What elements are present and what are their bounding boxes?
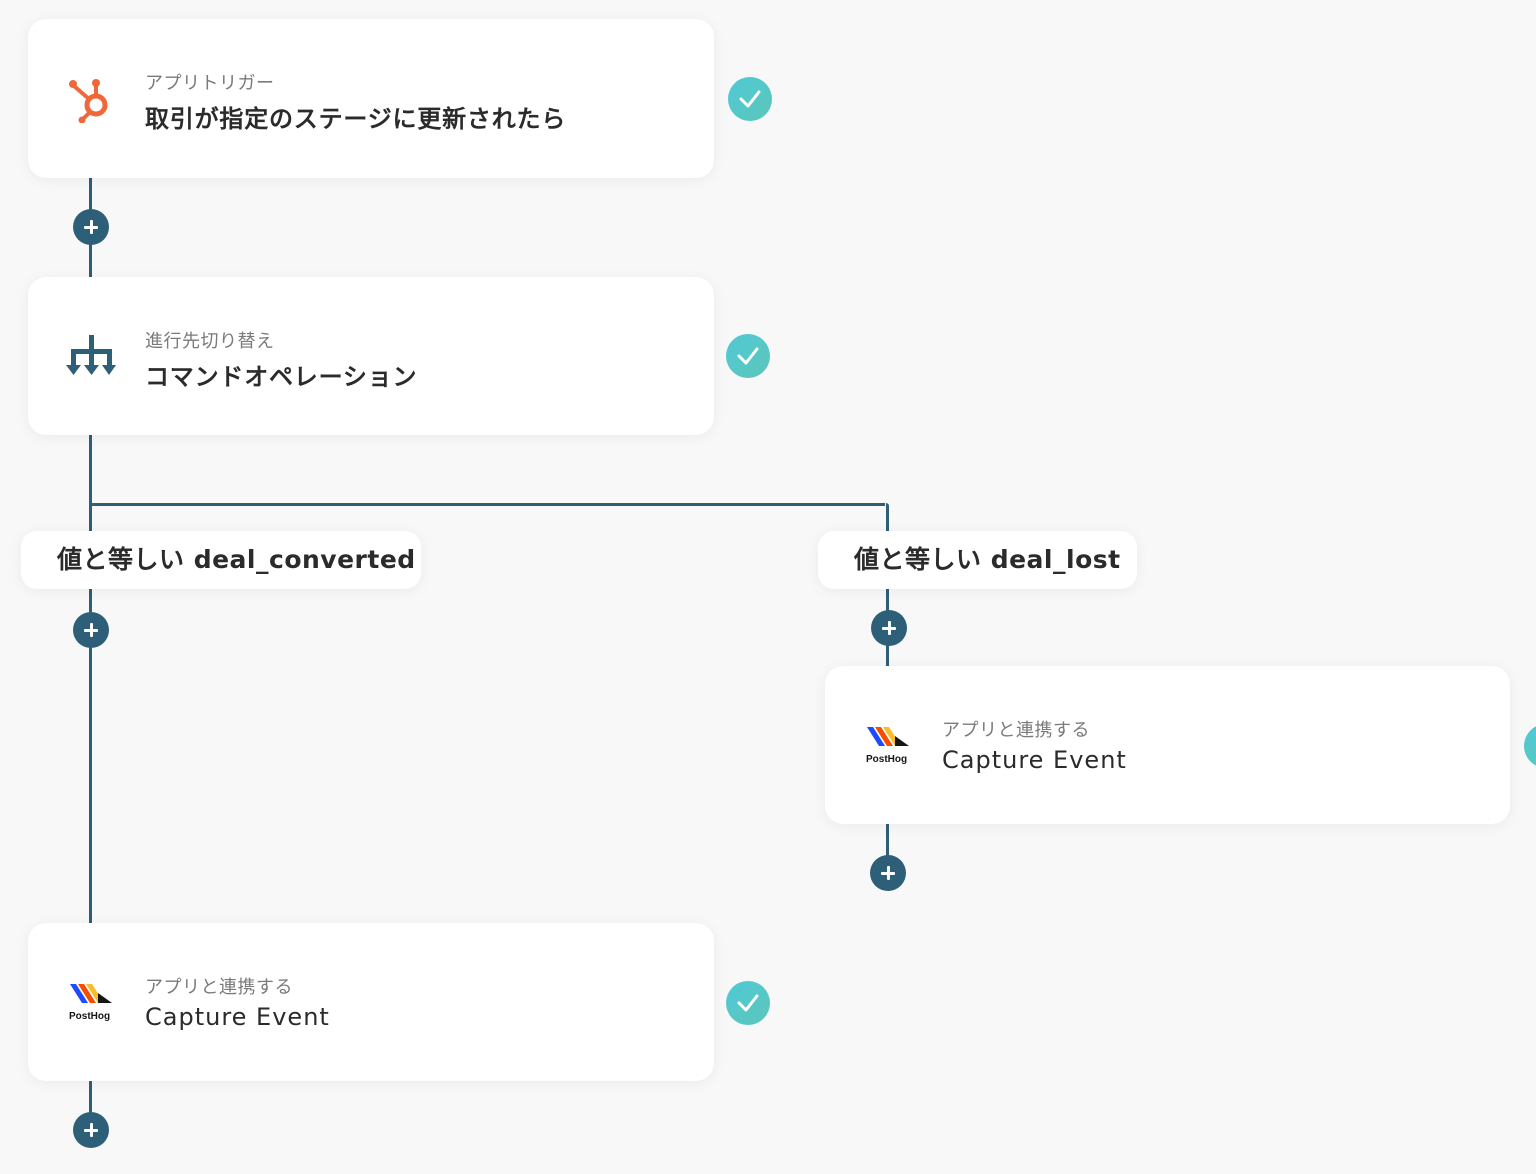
- branch-connector-line: [89, 503, 885, 506]
- posthog-logo-text: PostHog: [866, 754, 907, 764]
- add-step-button[interactable]: [73, 209, 109, 245]
- posthog-logo-text: PostHog: [69, 1011, 110, 1021]
- add-step-button[interactable]: [871, 610, 907, 646]
- step-subtitle: アプリトリガー: [145, 73, 275, 94]
- check-icon: [726, 981, 770, 1025]
- posthog-step-card[interactable]: PostHog アプリと連携する Capture Event: [825, 666, 1510, 824]
- step-title: コマンドオペレーション: [145, 363, 418, 391]
- branch-icon: [66, 333, 116, 383]
- posthog-icon: PostHog: [68, 981, 116, 1025]
- check-icon: [726, 334, 770, 378]
- add-step-button[interactable]: [73, 1112, 109, 1148]
- step-title: 取引が指定のステージに更新されたら: [145, 105, 567, 133]
- posthog-icon: PostHog: [865, 724, 913, 768]
- posthog-step-card[interactable]: PostHog アプリと連携する Capture Event: [28, 923, 714, 1081]
- step-subtitle: アプリと連携する: [942, 720, 1090, 741]
- add-step-button[interactable]: [73, 612, 109, 648]
- check-icon: [728, 77, 772, 121]
- add-step-button[interactable]: [870, 855, 906, 891]
- step-title: Capture Event: [145, 1003, 330, 1031]
- step-subtitle: アプリと連携する: [145, 977, 293, 998]
- connector-line: [89, 1080, 92, 1116]
- connector-line: [886, 823, 889, 859]
- branch-condition-label[interactable]: 値と等しい deal_lost: [818, 531, 1137, 589]
- trigger-step-card[interactable]: アプリトリガー 取引が指定のステージに更新されたら: [28, 19, 714, 178]
- branch-connector-line: [886, 503, 889, 533]
- branch-step-card[interactable]: 進行先切り替え コマンドオペレーション: [28, 277, 714, 435]
- step-title: Capture Event: [942, 746, 1127, 774]
- check-icon: [1524, 724, 1536, 768]
- step-subtitle: 進行先切り替え: [145, 331, 275, 352]
- connector-line: [89, 435, 92, 925]
- branch-condition-label[interactable]: 値と等しい deal_converted: [21, 531, 421, 589]
- hubspot-icon: [68, 75, 114, 127]
